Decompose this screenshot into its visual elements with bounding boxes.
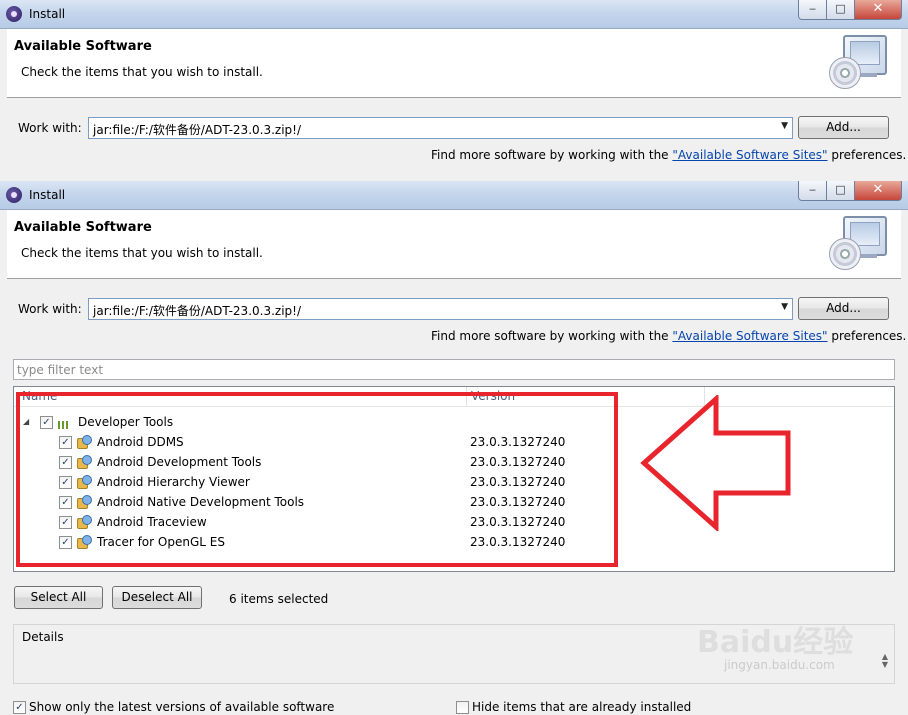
show-latest-label: Show only the latest versions of availab… (29, 700, 335, 714)
banner-title: Available Software (14, 39, 152, 54)
find-more-prefix: Find more software by working with the (431, 329, 673, 343)
details-scroll-icon[interactable]: ▲ ▼ (882, 653, 888, 669)
add-button[interactable]: Add... (798, 116, 889, 139)
filter-placeholder: type filter text (17, 363, 104, 377)
app-icon (6, 6, 22, 22)
show-latest-checkbox[interactable]: ✓ (13, 701, 26, 714)
maximize-icon[interactable]: □ (826, 181, 855, 201)
find-more-prefix: Find more software by working with the (431, 148, 673, 162)
work-with-value: jar:file:/F:/软件备份/ADT-23.0.3.zip!/ (93, 304, 302, 318)
window-title: Install (29, 7, 66, 21)
work-with-combo[interactable]: jar:file:/F:/软件备份/ADT-23.0.3.zip!/ ▼ (88, 117, 793, 139)
app-icon (6, 187, 22, 203)
dropdown-arrow-icon[interactable]: ▼ (781, 121, 788, 131)
available-software-sites-link[interactable]: "Available Software Sites" (672, 329, 827, 343)
install-banner-icon (829, 216, 887, 272)
baidu-watermark-logo: Baidu经验 (697, 625, 854, 660)
work-with-label: Work with: (18, 302, 82, 316)
close-icon[interactable]: ✕ (854, 0, 902, 20)
window-title: Install (29, 188, 66, 202)
banner-description: Check the items that you wish to install… (21, 65, 263, 79)
hide-installed-label: Hide items that are already installed (472, 700, 692, 714)
baidu-watermark-url: jingyan.baidu.com (724, 658, 835, 672)
select-all-button[interactable]: Select All (14, 586, 103, 609)
header-banner: Available Software Check the items that … (7, 210, 901, 279)
title-bar: Install ‒ □ ✕ (0, 181, 908, 210)
details-label: Details (22, 630, 64, 644)
dropdown-arrow-icon[interactable]: ▼ (781, 302, 788, 312)
selection-status: 6 items selected (229, 592, 329, 606)
find-more-text: Find more software by working with the "… (431, 148, 906, 162)
add-button[interactable]: Add... (798, 297, 889, 320)
maximize-icon[interactable]: □ (826, 0, 855, 20)
find-more-suffix: preferences. (827, 148, 907, 162)
install-dialog-2: Install ‒ □ ✕ Available Software Check t… (0, 181, 908, 715)
arrow-annotation-icon (640, 395, 791, 531)
minimize-icon[interactable]: ‒ (798, 181, 827, 201)
banner-title: Available Software (14, 220, 152, 235)
available-software-sites-link[interactable]: "Available Software Sites" (672, 148, 827, 162)
filter-input[interactable]: type filter text (13, 359, 895, 380)
close-icon[interactable]: ✕ (854, 181, 902, 201)
hide-installed-checkbox[interactable] (456, 701, 469, 714)
find-more-suffix: preferences. (827, 329, 907, 343)
find-more-text: Find more software by working with the "… (431, 329, 906, 343)
install-dialog-1: Install ‒ □ ✕ Available Software Check t… (0, 0, 908, 182)
work-with-value: jar:file:/F:/软件备份/ADT-23.0.3.zip!/ (93, 123, 302, 137)
work-with-label: Work with: (18, 121, 82, 135)
minimize-icon[interactable]: ‒ (798, 0, 827, 20)
header-banner: Available Software Check the items that … (7, 29, 901, 98)
title-bar: Install ‒ □ ✕ (0, 0, 908, 29)
deselect-all-button[interactable]: Deselect All (112, 586, 202, 609)
install-banner-icon (829, 35, 887, 91)
work-with-combo[interactable]: jar:file:/F:/软件备份/ADT-23.0.3.zip!/ ▼ (88, 298, 793, 320)
highlight-box (16, 392, 618, 567)
banner-description: Check the items that you wish to install… (21, 246, 263, 260)
